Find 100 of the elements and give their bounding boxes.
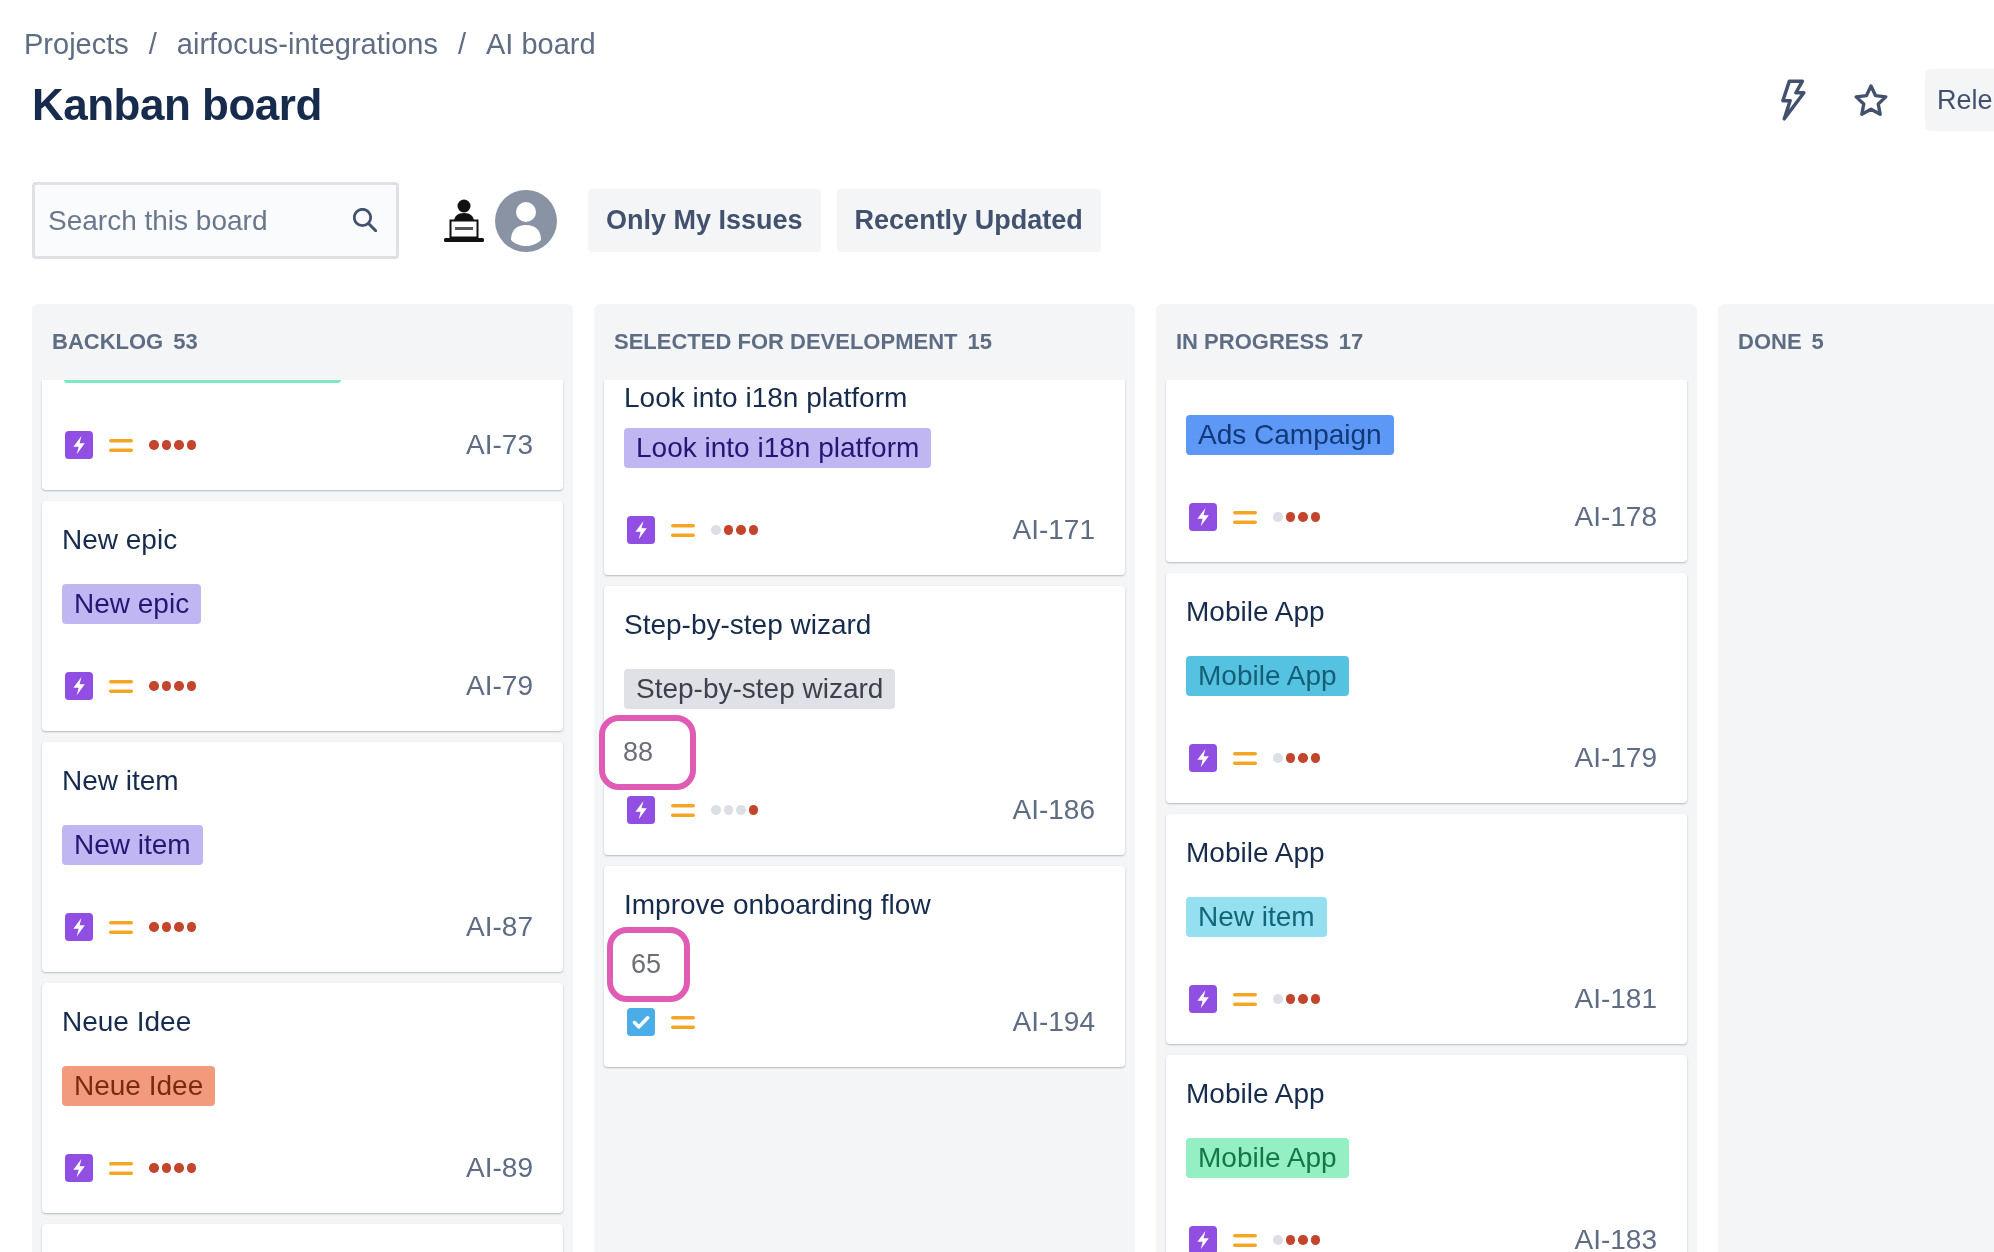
issue-card[interactable]: Look into i18n platform Look into i18n platform AI-171	[604, 380, 1125, 575]
issue-key: AI-181	[1574, 983, 1657, 1015]
dot-icon	[161, 440, 171, 450]
dot-icon	[149, 440, 159, 450]
issue-card[interactable]: Ads Campaign AI-178	[1166, 380, 1687, 562]
issue-card[interactable]: Improve onboarding flow 65 AI-194	[604, 866, 1125, 1067]
epic-label: Mobile App	[1186, 1138, 1349, 1178]
issue-card[interactable]: Neue Idee Neue Idee AI-89	[42, 983, 563, 1213]
equals-icon	[671, 523, 695, 537]
dot-icon	[723, 805, 733, 815]
breadcrumb-link[interactable]: airfocus-integrations	[176, 28, 438, 60]
dot-icon	[1310, 753, 1320, 763]
issue-key: AI-179	[1574, 742, 1657, 774]
dot-icon	[1310, 512, 1320, 522]
equals-icon	[109, 679, 133, 693]
issue-card[interactable]: Mobile App Mobile App AI-179	[1166, 573, 1687, 803]
dot-icon	[1285, 512, 1295, 522]
epic-label: New epic	[62, 584, 202, 624]
card-title: New epic	[62, 523, 178, 557]
issue-count: 5	[1811, 329, 1824, 355]
user-avatar-icon[interactable]	[495, 189, 557, 252]
issue-card[interactable]: New epic New epic AI-79	[42, 501, 563, 731]
toolbar-button[interactable]: Rele	[1925, 69, 1994, 131]
dot-icon	[748, 805, 758, 815]
dot-icon	[723, 525, 733, 535]
dot-icon	[711, 805, 721, 815]
dot-icon	[1285, 753, 1295, 763]
dot-icon	[174, 440, 184, 450]
lightning-icon	[627, 796, 655, 824]
dot-icon	[748, 525, 758, 535]
card-title: Improve onboarding flow	[624, 888, 931, 922]
issue-key: AI-186	[1012, 794, 1095, 826]
epic-label: New item	[1186, 897, 1327, 937]
search-icon	[353, 208, 377, 232]
lightning-icon	[65, 913, 93, 941]
dot-icon	[1273, 1235, 1283, 1245]
issue-key: AI-89	[466, 1152, 533, 1184]
lightning-icon	[65, 431, 93, 459]
breadcrumb-link[interactable]: AI board	[486, 28, 596, 60]
dot-icon	[1273, 994, 1283, 1004]
page-title: Kanban board	[32, 79, 322, 131]
epic-label: New item	[62, 825, 203, 865]
dot-icon	[1298, 994, 1308, 1004]
breadcrumb-separator: /	[457, 28, 467, 60]
issue-key: AI-183	[1574, 1224, 1657, 1252]
dot-icon	[161, 1163, 171, 1173]
equals-icon	[671, 803, 695, 817]
lightning-icon	[627, 516, 655, 544]
dot-icon	[1310, 1235, 1320, 1245]
dot-icon	[149, 1163, 159, 1173]
search-field[interactable]: Search this board	[32, 182, 399, 259]
dot-icon	[1273, 512, 1283, 522]
equals-icon	[109, 438, 133, 452]
card-title: Mobile App	[1186, 836, 1325, 870]
equals-icon	[1233, 751, 1257, 765]
issue-key: AI-79	[466, 670, 533, 702]
quick-filter-button[interactable]: Recently Updated	[836, 189, 1101, 252]
dot-icon	[1285, 994, 1295, 1004]
highlighted-score: 88	[599, 715, 696, 790]
card-title: New item	[62, 764, 179, 798]
breadcrumb-link[interactable]: Projects	[24, 28, 129, 60]
equals-icon	[109, 1161, 133, 1175]
lightning-icon[interactable]	[1778, 79, 1808, 121]
star-icon[interactable]	[1854, 83, 1888, 117]
issue-card[interactable]: AI-73	[42, 380, 563, 490]
dot-icon	[1285, 1235, 1295, 1245]
dot-icon	[149, 922, 159, 932]
highlighted-score: 65	[607, 927, 690, 1002]
column-title: IN PROGRESS	[1176, 329, 1329, 355]
dot-icon	[1310, 994, 1320, 1004]
epic-label: Mobile App	[1186, 656, 1349, 696]
card-title: Look into i18n platform	[624, 381, 908, 415]
lightning-icon	[65, 672, 93, 700]
epic-label: Step-by-step wizard	[624, 669, 896, 709]
issue-card[interactable]: New item New item AI-87	[42, 742, 563, 972]
dot-icon	[1298, 512, 1308, 522]
column-title: BACKLOG	[52, 329, 164, 355]
lightning-icon	[1189, 985, 1217, 1013]
issue-key: AI-178	[1574, 501, 1657, 533]
epic-label: Neue Idee	[62, 1066, 216, 1106]
card-title: Mobile App	[1186, 595, 1325, 629]
card-title: Mobile App	[1186, 1077, 1325, 1111]
issue-count: 53	[173, 329, 198, 355]
equals-icon	[671, 1015, 695, 1029]
dot-icon	[174, 1163, 184, 1173]
epic-label: Look into i18n platform	[624, 428, 932, 468]
issue-card[interactable]: Mobile App New item AI-181	[1166, 814, 1687, 1044]
lightning-icon	[65, 1154, 93, 1182]
issue-key: AI-171	[1012, 514, 1095, 546]
dot-icon	[186, 681, 196, 691]
issue-key: AI-87	[466, 911, 533, 943]
card-title: Neue Idee	[62, 1005, 192, 1039]
dot-icon	[1273, 753, 1283, 763]
quick-filter-button[interactable]: Only My Issues	[588, 189, 821, 252]
issue-card[interactable]: Mobile App Mobile App AI-183	[1166, 1055, 1687, 1252]
issue-key: AI-73	[466, 429, 533, 461]
person-laptop-icon[interactable]	[443, 197, 485, 244]
column-title: DONE	[1738, 329, 1802, 355]
dot-icon	[1298, 1235, 1308, 1245]
dot-icon	[1298, 753, 1308, 763]
